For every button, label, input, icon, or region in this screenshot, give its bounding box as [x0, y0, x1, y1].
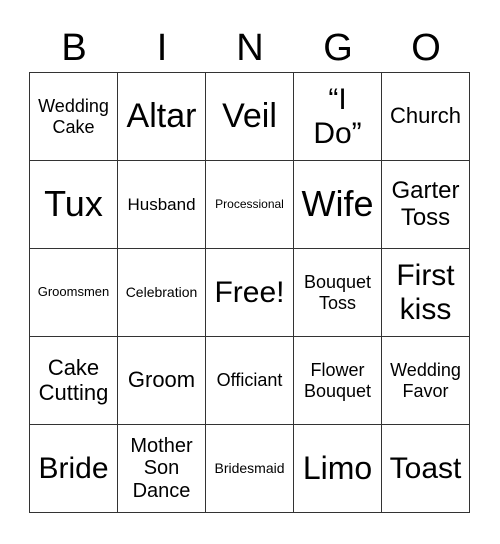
bingo-grid: Wedding Cake Altar Veil “I Do” Church Tux Husb…	[29, 72, 470, 513]
bingo-header: B I N G O	[30, 24, 470, 72]
bingo-cell[interactable]: Mother Son Dance	[118, 425, 206, 513]
header-letter: O	[411, 27, 441, 69]
cell-label: Free!	[214, 275, 285, 309]
bingo-cell[interactable]: Free!	[206, 249, 294, 337]
cell-label: Celebration	[125, 283, 198, 300]
cell-label: Toast	[389, 451, 462, 485]
bingo-cell[interactable]: Officiant	[206, 337, 294, 425]
cell-label: Veil	[222, 97, 277, 136]
bingo-cell[interactable]: Garter Toss	[382, 161, 470, 249]
bingo-cell[interactable]: Toast	[382, 425, 470, 513]
bingo-cell[interactable]: Wife	[294, 161, 382, 249]
bingo-cell[interactable]: Wedding Cake	[30, 73, 118, 161]
bingo-cell[interactable]: Tux	[30, 161, 118, 249]
header-letter: B	[61, 27, 87, 69]
cell-label: “I Do”	[313, 82, 362, 150]
cell-label: Garter Toss	[391, 176, 460, 231]
bingo-cell[interactable]: “I Do”	[294, 73, 382, 161]
cell-label: Bridesmaid	[214, 459, 285, 476]
bingo-cell[interactable]: Bouquet Toss	[294, 249, 382, 337]
bingo-cell[interactable]: Limo	[294, 425, 382, 513]
cell-label: Flower Bouquet	[303, 360, 372, 401]
cell-label: Church	[390, 103, 461, 129]
header-letter: I	[156, 27, 168, 69]
bingo-cell[interactable]: Bride	[30, 425, 118, 513]
header-letter: N	[236, 27, 264, 69]
bingo-cell[interactable]: Celebration	[118, 249, 206, 337]
bingo-cell[interactable]: Processional	[206, 161, 294, 249]
bingo-cell[interactable]: Wedding Favor	[382, 337, 470, 425]
bingo-cell[interactable]: Groomsmen	[30, 249, 118, 337]
cell-label: Cake Cutting	[38, 354, 109, 405]
bingo-cell[interactable]: Cake Cutting	[30, 337, 118, 425]
cell-label: Limo	[302, 449, 373, 486]
cell-label: Wedding Cake	[38, 96, 109, 137]
cell-label: Wife	[301, 183, 374, 225]
bingo-cell[interactable]: Altar	[118, 73, 206, 161]
bingo-cell[interactable]: Bridesmaid	[206, 425, 294, 513]
cell-label: Mother Son Dance	[130, 434, 193, 502]
bingo-cell[interactable]: Flower Bouquet	[294, 337, 382, 425]
cell-label: Officiant	[216, 370, 283, 391]
cell-label: Tux	[44, 183, 103, 225]
cell-label: Groomsmen	[37, 284, 110, 300]
bingo-cell[interactable]: Church	[382, 73, 470, 161]
cell-label: Wedding Favor	[390, 360, 461, 401]
bingo-cell[interactable]: Veil	[206, 73, 294, 161]
cell-label: Bride	[38, 451, 109, 485]
cell-label: Altar	[126, 97, 197, 136]
cell-label: Groom	[127, 367, 196, 393]
bingo-cell[interactable]: Husband	[118, 161, 206, 249]
cell-label: Processional	[215, 196, 284, 211]
bingo-cell[interactable]: First kiss	[382, 249, 470, 337]
cell-label: Bouquet Toss	[303, 272, 372, 313]
bingo-cell[interactable]: Groom	[118, 337, 206, 425]
cell-label: Husband	[127, 194, 196, 214]
cell-label: First kiss	[396, 258, 455, 326]
header-letter: G	[323, 27, 353, 69]
